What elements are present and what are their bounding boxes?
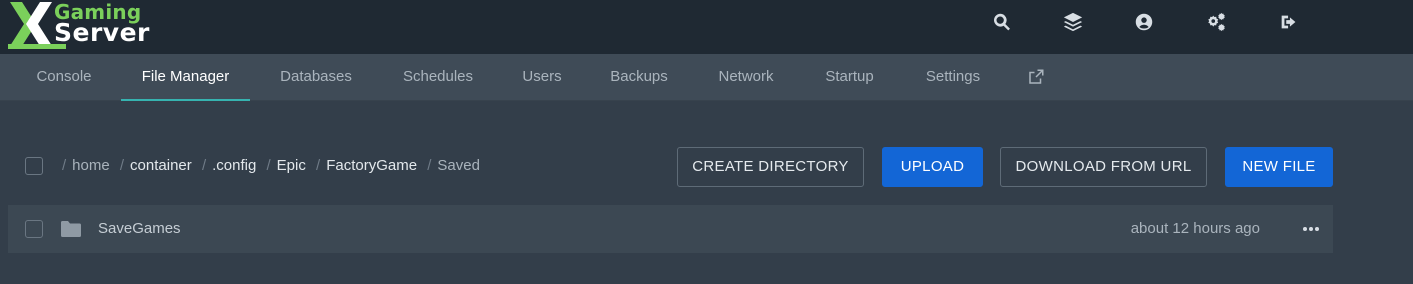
breadcrumb-container[interactable]: container (130, 157, 192, 174)
breadcrumb: / home / container / .config / Epic / Factory… (62, 157, 480, 174)
new-file-button[interactable]: NEW FILE (1225, 147, 1333, 187)
external-link-icon[interactable] (1027, 68, 1045, 86)
tab-network[interactable]: Network (715, 54, 777, 101)
server-nav: Console File Manager Databases Schedules… (0, 54, 1413, 101)
tab-databases[interactable]: Databases (277, 54, 355, 101)
breadcrumb-home[interactable]: home (72, 157, 110, 174)
select-all-checkbox[interactable] (25, 157, 43, 175)
breadcrumb-epic[interactable]: Epic (277, 157, 306, 174)
layers-icon[interactable] (1062, 11, 1084, 33)
tab-settings[interactable]: Settings (921, 54, 985, 101)
search-icon[interactable] (991, 11, 1013, 33)
user-circle-icon[interactable] (1133, 11, 1155, 33)
breadcrumb-config[interactable]: .config (212, 157, 256, 174)
tab-backups[interactable]: Backups (607, 54, 671, 101)
file-modified-time: about 12 hours ago (1130, 220, 1260, 237)
download-from-url-button[interactable]: DOWNLOAD FROM URL (1000, 147, 1207, 187)
more-options-icon[interactable] (1301, 219, 1321, 239)
breadcrumb-factorygame[interactable]: FactoryGame (326, 157, 417, 174)
brand-logo[interactable]: Gaming Server (6, 0, 156, 52)
tab-console[interactable]: Console (34, 54, 94, 101)
tab-schedules[interactable]: Schedules (399, 54, 477, 101)
sign-out-icon[interactable] (1278, 11, 1300, 33)
tab-users[interactable]: Users (521, 54, 563, 101)
gears-icon[interactable] (1205, 11, 1227, 33)
tab-file-manager[interactable]: File Manager (121, 54, 250, 101)
file-row[interactable]: SaveGames about 12 hours ago (8, 205, 1333, 253)
folder-icon (60, 220, 82, 238)
create-directory-button[interactable]: CREATE DIRECTORY (677, 147, 864, 187)
upload-button[interactable]: UPLOAD (882, 147, 983, 187)
top-bar: Gaming Server (0, 0, 1413, 54)
file-row-checkbox[interactable] (25, 220, 43, 238)
logo-text-server: Server (54, 18, 150, 47)
breadcrumb-saved: Saved (437, 157, 480, 174)
tab-startup[interactable]: Startup (821, 54, 878, 101)
file-name[interactable]: SaveGames (98, 220, 181, 237)
